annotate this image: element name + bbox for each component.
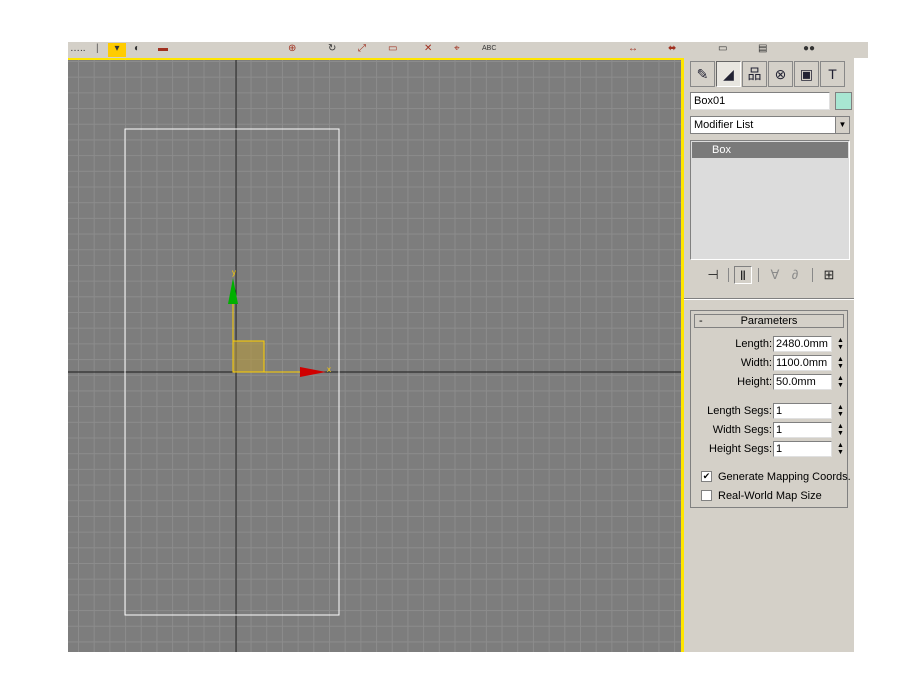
hammer-icon: T [828, 66, 837, 82]
parameters-rollout: - Parameters Length: 2480.0mm ▲ ▼ Width: … [690, 310, 851, 508]
display-tab[interactable]: ▣ [794, 61, 819, 87]
length-segs-label: Length Segs: [707, 405, 772, 417]
toolbar-angle-snap-icon[interactable]: ↻ [328, 43, 336, 55]
toolbar-separator: | [96, 43, 99, 54]
toolbar-separator [758, 268, 759, 282]
toolbar-dots-icon[interactable]: ….. [70, 43, 86, 55]
toolbar-separator [812, 268, 813, 282]
select-object-button[interactable]: ▾ [108, 43, 126, 57]
stack-tools: ⊣ Ⅱ ∀ ∂ ⊞ [690, 264, 850, 286]
show-end-result-icon[interactable]: Ⅱ [734, 266, 752, 284]
width-field[interactable]: 1100.0mm [773, 355, 832, 371]
object-color-swatch[interactable] [835, 92, 852, 110]
height-segs-spinner-icon[interactable]: ▲ ▼ [836, 442, 845, 456]
object-name-field[interactable]: Box01 [690, 92, 830, 110]
height-param: Height: 50.0mm ▲ ▼ [691, 374, 849, 390]
height-segs-param: Height Segs: 1 ▲ ▼ [691, 441, 849, 457]
width-spinner-icon[interactable]: ▲ ▼ [836, 356, 845, 370]
length-label: Length: [735, 338, 772, 350]
rollout-collapse-toggle[interactable]: - [699, 315, 703, 327]
modifier-stack[interactable]: Box [690, 140, 850, 260]
gizmo-x-arrow [300, 367, 326, 377]
motion-tab[interactable]: ⊗ [768, 61, 793, 87]
toolbar-named-selection-icon[interactable]: ✕ [424, 43, 432, 55]
toolbar-separator [728, 268, 729, 282]
length-segs-field[interactable]: 1 [773, 403, 832, 419]
width-label: Width: [740, 357, 772, 369]
toolbar-align-icon[interactable]: ↔ [628, 43, 638, 55]
hierarchy-icon: 品 [747, 66, 762, 82]
gizmo-x-label: x [327, 365, 331, 374]
make-unique-icon[interactable]: ∀ [766, 266, 784, 284]
command-panel: ✎ ◢ 品 ⊗ ▣ T Box01 Modifier List ▼ Box ⊣ … [684, 58, 854, 652]
real-world-map-row[interactable]: Real-World Map Size [701, 488, 851, 504]
utilities-tab[interactable]: T [820, 61, 845, 87]
height-label: Height: [737, 376, 772, 388]
stack-item-box[interactable]: Box [692, 142, 848, 158]
create-tab[interactable]: ✎ [690, 61, 715, 87]
monitor-icon: ▣ [799, 66, 814, 82]
viewport-active-border-top [68, 58, 684, 60]
toolbar-layer-icon[interactable]: ⬌ [668, 43, 676, 55]
length-spinner-icon[interactable]: ▲ ▼ [836, 337, 845, 351]
length-segs-spinner-icon[interactable]: ▲ ▼ [836, 404, 845, 418]
length-field[interactable]: 2480.0mm [773, 336, 832, 352]
remove-modifier-icon[interactable]: ∂ [786, 266, 804, 284]
toolbar-material-editor-icon[interactable]: ●● [803, 43, 815, 55]
toolbar-region-icon[interactable]: ▬ [158, 43, 168, 55]
height-segs-field[interactable]: 1 [773, 441, 832, 457]
toolbar-snap-icon[interactable]: ⊕ [288, 43, 296, 55]
modifier-list-dropdown[interactable]: Modifier List ▼ [690, 116, 850, 134]
bend-curve-icon: ◢ [723, 66, 734, 82]
toolbar-percent-snap-icon[interactable]: ⤢ [358, 43, 366, 55]
toolbar-spinner-snap-icon[interactable]: ▭ [388, 43, 397, 55]
top-viewport[interactable]: y x [68, 58, 681, 652]
real-world-map-checkbox[interactable] [701, 490, 712, 501]
generate-mapping-checkbox[interactable]: ✔ [701, 471, 712, 482]
width-param: Width: 1100.0mm ▲ ▼ [691, 355, 849, 371]
xy-plane-handle [232, 340, 265, 373]
width-segs-label: Width Segs: [712, 424, 772, 436]
height-spinner-icon[interactable]: ▲ ▼ [836, 375, 845, 389]
gizmo-y-label: y [232, 268, 236, 277]
toolbar-curve-editor-icon[interactable]: ▭ [718, 43, 727, 55]
width-segs-field[interactable]: 1 [773, 422, 832, 438]
toolbar-schematic-icon[interactable]: ▤ [758, 43, 767, 55]
toolbar-abc-icon[interactable]: ABC [482, 43, 496, 55]
modify-tab[interactable]: ◢ [716, 61, 741, 87]
chevron-down-icon[interactable]: ▼ [835, 117, 849, 133]
viewport-scene: y x [68, 58, 681, 652]
height-field[interactable]: 50.0mm [773, 374, 832, 390]
pin-stack-icon[interactable]: ⊣ [704, 266, 722, 284]
rollout-title: Parameters [740, 315, 798, 327]
height-segs-label: Height Segs: [709, 443, 772, 455]
width-segs-param: Width Segs: 1 ▲ ▼ [691, 422, 849, 438]
main-toolbar: ….. | ▾ ◐ ▬ ⊕ ↻ ⤢ ▭ ✕ ⌖ ABC ↔ ⬌ ▭ ▤ ●● [68, 42, 868, 58]
configure-modifier-sets-icon[interactable]: ⊞ [820, 266, 838, 284]
generate-mapping-label: Generate Mapping Coords. [718, 471, 851, 483]
generate-mapping-row[interactable]: ✔ Generate Mapping Coords. [701, 469, 851, 485]
motion-wheel-icon: ⊗ [774, 66, 787, 82]
panel-divider [684, 298, 854, 300]
width-segs-spinner-icon[interactable]: ▲ ▼ [836, 423, 845, 437]
parameters-rollout-header[interactable]: - Parameters [694, 314, 844, 328]
length-segs-param: Length Segs: 1 ▲ ▼ [691, 403, 849, 419]
real-world-map-label: Real-World Map Size [718, 490, 822, 502]
hierarchy-tab[interactable]: 品 [742, 61, 767, 87]
pointer-star-icon: ✎ [696, 66, 709, 82]
toolbar-mirror-icon[interactable]: ⌖ [454, 43, 460, 55]
toolbar-rotate-icon[interactable]: ◐ [134, 43, 140, 55]
modifier-list-label: Modifier List [694, 119, 754, 131]
length-param: Length: 2480.0mm ▲ ▼ [691, 336, 849, 352]
